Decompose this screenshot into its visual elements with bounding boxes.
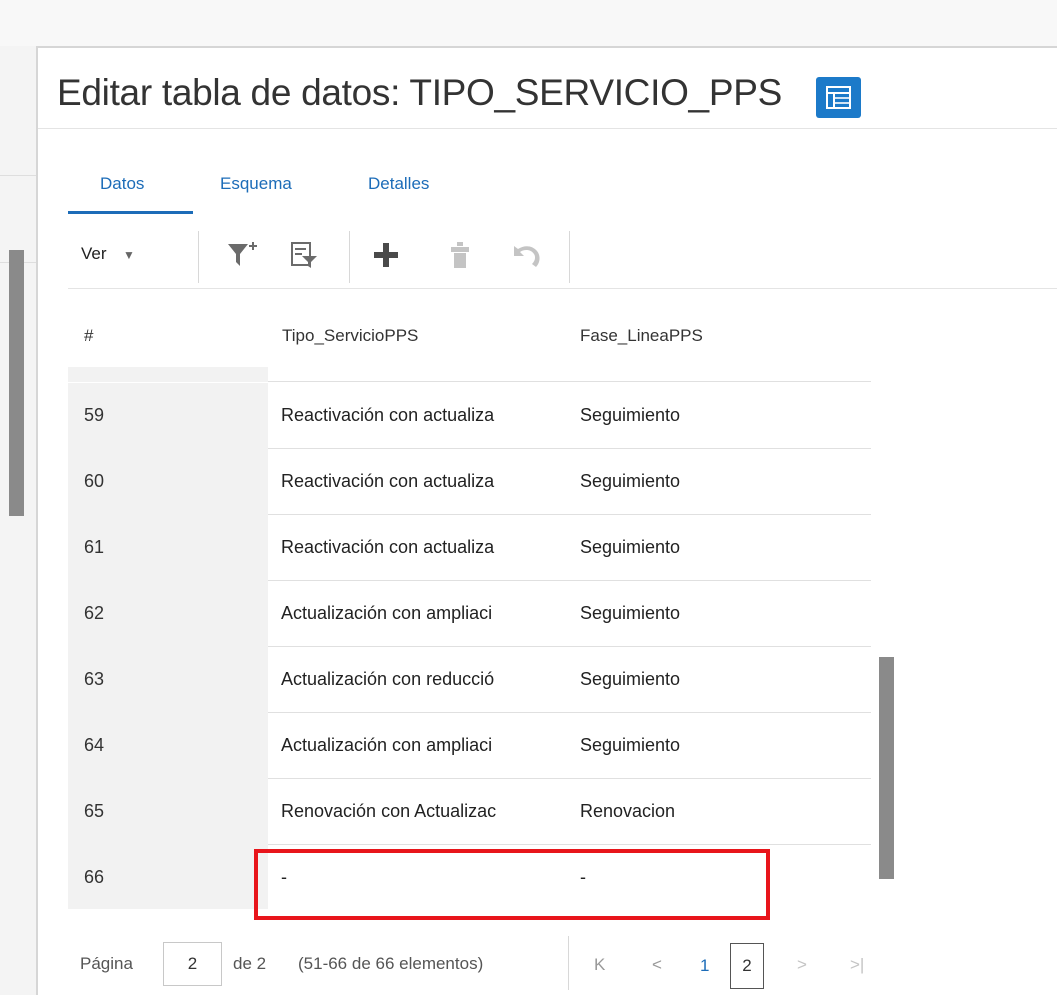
pagination-page-label: Página [80, 954, 133, 973]
row-number-cell[interactable]: 62 [68, 581, 268, 647]
top-strip [0, 0, 1057, 46]
toolbar-separator [569, 231, 570, 283]
active-tab-indicator [68, 211, 193, 214]
row-number: 62 [84, 603, 105, 623]
left-panel-divider [0, 175, 37, 176]
table-row[interactable]: 66 - - [68, 845, 871, 909]
row-number-cell[interactable]: 63 [68, 647, 268, 713]
panel-divider[interactable] [36, 46, 38, 995]
filter-rows-icon[interactable] [290, 240, 320, 275]
undo-icon[interactable] [510, 240, 544, 275]
pagination-range: (51-66 de 66 elementos) [298, 954, 484, 973]
column-header-fase-linea[interactable]: Fase_LineaPPS [580, 326, 703, 346]
first-page-icon[interactable]: K [594, 955, 605, 975]
table-row[interactable] [68, 367, 871, 382]
table-icon[interactable] [816, 77, 861, 118]
chevron-down-icon[interactable]: ▼ [123, 248, 135, 262]
toolbar-separator [349, 231, 350, 283]
delete-row-icon[interactable] [447, 240, 473, 275]
row-number-cell[interactable]: 61 [68, 515, 268, 581]
row-number: 64 [84, 735, 105, 755]
add-filter-icon[interactable] [226, 240, 262, 275]
table-row[interactable]: 64 Actualización con ampliaci Seguimient… [68, 713, 871, 779]
page-link-current[interactable]: 2 [730, 943, 764, 989]
tipo-servicio-cell[interactable]: Reactivación con actualiza [281, 405, 578, 426]
table-row[interactable]: 59 Reactivación con actualiza Seguimient… [68, 383, 871, 449]
header-divider [37, 46, 1057, 48]
row-number: 59 [84, 405, 105, 425]
tab-datos[interactable]: Datos [100, 174, 144, 194]
tipo-servicio-cell[interactable]: Renovación con Actualizac [281, 801, 578, 822]
toolbar-divider [68, 288, 1057, 289]
fase-linea-cell[interactable]: Seguimiento [580, 471, 680, 492]
last-page-icon[interactable]: >| [850, 955, 864, 975]
column-header-number[interactable]: # [84, 326, 93, 346]
left-panel [0, 46, 37, 995]
next-page-icon[interactable]: > [797, 955, 807, 975]
row-number: 61 [84, 537, 105, 557]
tab-esquema[interactable]: Esquema [220, 174, 292, 194]
page-link-1[interactable]: 1 [700, 956, 709, 976]
pagination-separator [568, 936, 569, 990]
row-number-cell[interactable]: 59 [68, 383, 268, 449]
left-panel-scrollbar[interactable] [9, 250, 24, 516]
row-number-cell[interactable]: 64 [68, 713, 268, 779]
page-title: Editar tabla de datos: TIPO_SERVICIO_PPS [57, 72, 782, 113]
column-header-tipo-servicio[interactable]: Tipo_ServicioPPS [282, 326, 418, 346]
grid-scrollbar-thumb[interactable] [879, 657, 894, 879]
tipo-servicio-cell[interactable]: Reactivación con actualiza [281, 537, 578, 558]
table-row[interactable]: 60 Reactivación con actualiza Seguimient… [68, 449, 871, 515]
pagination-total-pages: de 2 [233, 954, 267, 973]
fase-linea-cell[interactable]: - [580, 867, 586, 888]
tab-detalles[interactable]: Detalles [368, 174, 429, 194]
previous-page-icon[interactable]: < [652, 955, 662, 975]
title-divider [38, 128, 1057, 129]
table-row[interactable]: 63 Actualización con reducció Seguimient… [68, 647, 871, 713]
row-number: 60 [84, 471, 105, 491]
tipo-servicio-cell[interactable]: Reactivación con actualiza [281, 471, 578, 492]
table-row[interactable]: 65 Renovación con Actualizac Renovacion [68, 779, 871, 845]
fase-linea-cell[interactable]: Renovacion [580, 801, 675, 822]
tipo-servicio-cell[interactable]: Actualización con ampliaci [281, 735, 578, 756]
row-number-cell[interactable]: 60 [68, 449, 268, 515]
page-number-input[interactable]: 2 [163, 942, 222, 986]
table-row[interactable]: 62 Actualización con ampliaci Seguimient… [68, 581, 871, 647]
row-number: 65 [84, 801, 105, 821]
table-row[interactable]: 61 Reactivación con actualiza Seguimient… [68, 515, 871, 581]
tipo-servicio-cell[interactable]: Actualización con reducció [281, 669, 578, 690]
fase-linea-cell[interactable]: Seguimiento [580, 669, 680, 690]
row-number-cell[interactable]: 65 [68, 779, 268, 845]
tipo-servicio-cell[interactable]: - [281, 867, 578, 888]
fase-linea-cell[interactable]: Seguimiento [580, 603, 680, 624]
row-number-cell[interactable] [68, 367, 268, 382]
row-number: 66 [84, 867, 105, 887]
fase-linea-cell[interactable]: Seguimiento [580, 405, 680, 426]
toolbar-separator [198, 231, 199, 283]
fase-linea-cell[interactable]: Seguimiento [580, 537, 680, 558]
data-grid: 59 Reactivación con actualiza Seguimient… [68, 367, 904, 909]
row-number: 63 [84, 669, 105, 689]
row-number-cell[interactable]: 66 [68, 845, 268, 909]
view-menu-button[interactable]: Ver [81, 244, 107, 264]
add-row-icon[interactable] [371, 240, 401, 275]
tipo-servicio-cell[interactable]: Actualización con ampliaci [281, 603, 578, 624]
fase-linea-cell[interactable]: Seguimiento [580, 735, 680, 756]
